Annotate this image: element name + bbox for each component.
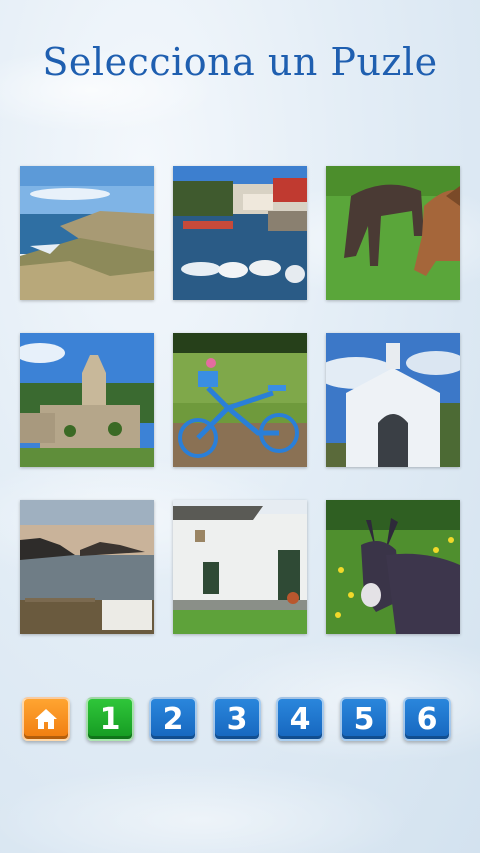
- coast-cliffs-photo: [20, 166, 154, 300]
- home-button[interactable]: [22, 697, 70, 741]
- puzzle-tile-bicycle[interactable]: [173, 333, 307, 467]
- harbor-boats-photo: [173, 166, 307, 300]
- sunset-bay-photo: [20, 500, 154, 634]
- level-button-3[interactable]: 3: [213, 697, 261, 741]
- level-button-6[interactable]: 6: [403, 697, 451, 741]
- puzzle-tile-chapel[interactable]: [326, 333, 460, 467]
- stone-church-photo: [20, 333, 154, 467]
- puzzle-tile-harbor[interactable]: [173, 166, 307, 300]
- puzzle-tile-white-house[interactable]: [173, 500, 307, 634]
- page-title: Selecciona un Puzle: [42, 40, 438, 84]
- donkey-photo: [326, 500, 460, 634]
- white-chapel-photo: [326, 333, 460, 467]
- puzzle-tile-horses[interactable]: [326, 166, 460, 300]
- white-house-photo: [173, 500, 307, 634]
- level-button-2[interactable]: 2: [149, 697, 197, 741]
- puzzle-tile-donkey[interactable]: [326, 500, 460, 634]
- puzzle-tile-church[interactable]: [20, 333, 154, 467]
- level-button-1[interactable]: 1: [86, 697, 134, 741]
- horses-grazing-photo: [326, 166, 460, 300]
- level-button-4[interactable]: 4: [276, 697, 324, 741]
- level-navigation: 1 2 3 4 5 6: [22, 697, 458, 741]
- puzzle-tile-coast[interactable]: [20, 166, 154, 300]
- puzzle-tile-sunset-bay[interactable]: [20, 500, 154, 634]
- level-button-5[interactable]: 5: [340, 697, 388, 741]
- home-icon: [35, 709, 57, 729]
- blue-bicycle-photo: [173, 333, 307, 467]
